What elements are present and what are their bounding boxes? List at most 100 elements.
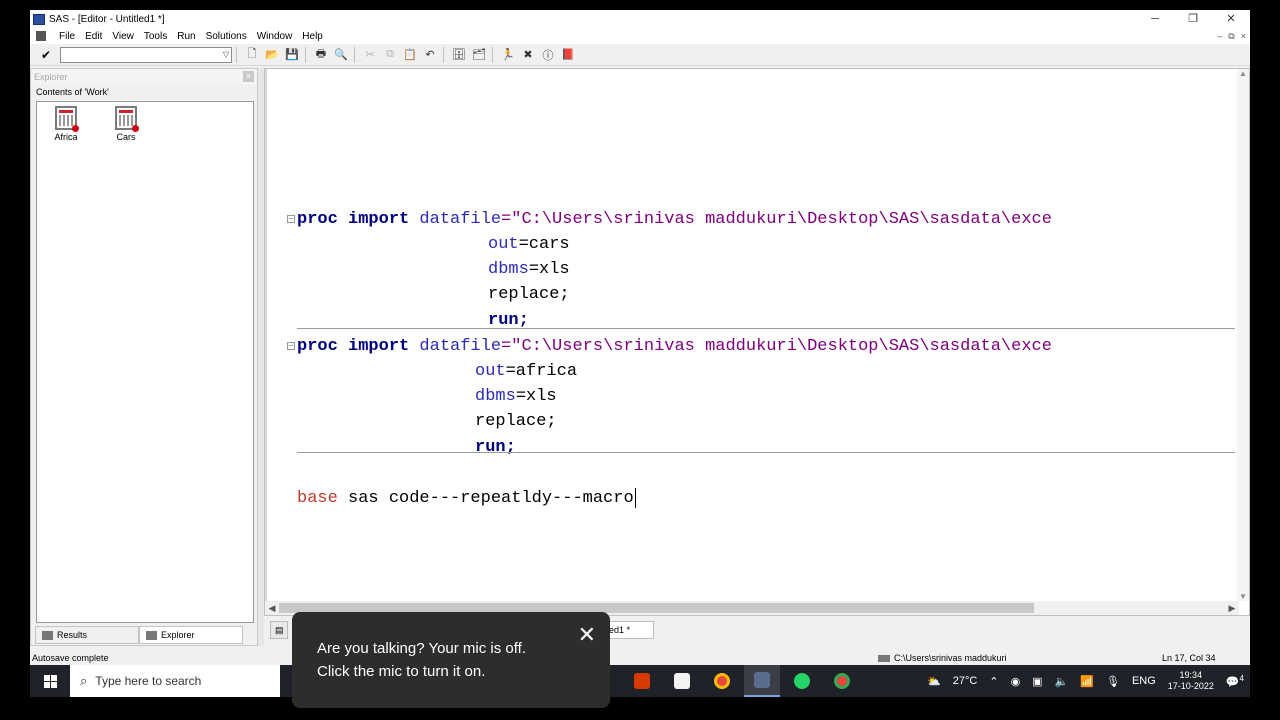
- cut-icon[interactable]: ✂: [361, 46, 379, 64]
- status-path[interactable]: C:\Users\srinivas maddukuri: [878, 650, 1007, 666]
- print-preview-icon[interactable]: 🔍: [332, 46, 350, 64]
- status-path-text: C:\Users\srinivas maddukuri: [894, 653, 1007, 663]
- network-icon[interactable]: 📶: [1074, 675, 1100, 688]
- maximize-button[interactable]: ❐: [1174, 10, 1212, 28]
- code-line: run;: [475, 435, 516, 460]
- weather-icon[interactable]: ⛅: [921, 675, 947, 688]
- sas-window: SAS - [Editor - Untitled1 *] ─ ❐ ✕ File …: [30, 10, 1250, 695]
- tab-editor-label: ed1 *: [609, 625, 631, 635]
- library-africa[interactable]: Africa: [46, 102, 86, 142]
- toast-message: Are you talking? Your mic is off. Click …: [317, 637, 567, 683]
- explorer-icon[interactable]: 🗂: [470, 46, 488, 64]
- collapse-icon[interactable]: −: [287, 342, 295, 350]
- close-icon[interactable]: ×: [243, 71, 254, 82]
- explorer-tab-icon: [146, 630, 157, 640]
- menu-tools[interactable]: Tools: [139, 31, 172, 42]
- new-icon[interactable]: 🗋: [243, 46, 261, 64]
- copy-icon[interactable]: ⧉: [381, 46, 399, 64]
- code-keyword: proc import: [297, 337, 410, 356]
- clear-all-icon[interactable]: ✖: [519, 46, 537, 64]
- save-icon[interactable]: 💾: [283, 46, 301, 64]
- explorer-bottom-tabs: Results Explorer: [35, 626, 255, 644]
- code-keyword: proc import: [297, 210, 410, 229]
- code-string: ="C:\Users\srinivas maddukuri\Desktop\SA…: [501, 337, 1052, 356]
- code-line: proc import datafile="C:\Users\srinivas …: [297, 207, 1052, 232]
- code-option: dbms: [488, 260, 529, 279]
- whatsapp-icon[interactable]: [784, 665, 820, 697]
- chevron-down-icon[interactable]: ▽: [223, 48, 229, 62]
- chrome-icon[interactable]: [824, 665, 860, 697]
- help-icon[interactable]: ⓘ: [539, 46, 557, 64]
- tab-editor[interactable]: ed1 *: [604, 621, 654, 639]
- scroll-up-icon[interactable]: ▲: [1237, 69, 1249, 78]
- book-icon[interactable]: 📕: [559, 46, 577, 64]
- weather-temp[interactable]: 27°C: [947, 675, 984, 687]
- close-icon[interactable]: ✕: [578, 624, 596, 646]
- submit-run-icon[interactable]: 🏃: [499, 46, 517, 64]
- code-line: replace;: [488, 282, 570, 307]
- libraries-icon[interactable]: 🗄: [450, 46, 468, 64]
- menu-edit[interactable]: Edit: [80, 31, 107, 42]
- results-icon: [42, 630, 53, 640]
- library-label: Africa: [54, 132, 78, 142]
- menu-solutions[interactable]: Solutions: [201, 31, 252, 42]
- child-close-button[interactable]: ×: [1241, 28, 1246, 44]
- undo-icon[interactable]: ↶: [421, 46, 439, 64]
- child-minimize-button[interactable]: –: [1217, 28, 1222, 44]
- scroll-down-icon[interactable]: ▼: [1237, 592, 1249, 601]
- menu-file[interactable]: File: [54, 31, 80, 42]
- start-button[interactable]: [30, 665, 70, 697]
- tab-log-icon[interactable]: ▤: [270, 621, 288, 639]
- store-icon[interactable]: [664, 665, 700, 697]
- tab-explorer[interactable]: Explorer: [139, 626, 243, 644]
- chevron-up-icon[interactable]: ⌃: [983, 675, 1004, 688]
- menu-view[interactable]: View: [107, 31, 139, 42]
- language-indicator[interactable]: ENG: [1126, 675, 1162, 687]
- code-value: =xls: [528, 260, 570, 279]
- vertical-scrollbar[interactable]: ▲ ▼: [1237, 69, 1249, 601]
- volume-icon[interactable]: 🔈: [1049, 675, 1075, 688]
- code-line: out=africa: [475, 359, 577, 384]
- print-icon[interactable]: 🖶: [312, 46, 330, 64]
- open-icon[interactable]: 📂: [263, 46, 281, 64]
- toolbar-separator: [354, 46, 355, 63]
- menu-window[interactable]: Window: [252, 31, 298, 42]
- code-text: sas code---repeatldy---macro: [337, 489, 634, 508]
- library-cars[interactable]: Cars: [106, 102, 146, 142]
- scroll-left-icon[interactable]: ◀: [265, 603, 279, 614]
- microphone-icon[interactable]: 🎙: [1100, 675, 1126, 688]
- taskbar-search[interactable]: ⌕ Type here to search: [70, 665, 280, 697]
- office-icon[interactable]: [624, 665, 660, 697]
- clock[interactable]: 19:34 17-10-2022: [1162, 670, 1220, 692]
- minimize-button[interactable]: ─: [1136, 10, 1174, 28]
- pinned-apps: [624, 665, 860, 697]
- menu-help[interactable]: Help: [297, 31, 328, 42]
- command-box[interactable]: ▽: [60, 46, 232, 63]
- editor-gutter: [265, 69, 267, 615]
- code-line: dbms=xls: [488, 257, 570, 282]
- toolbar-separator: [305, 46, 306, 63]
- program-editor[interactable]: − proc import datafile="C:\Users\sriniva…: [264, 68, 1250, 616]
- document-icon[interactable]: [36, 31, 46, 41]
- menu-run[interactable]: Run: [172, 31, 200, 42]
- display-icon[interactable]: ▣: [1026, 675, 1048, 688]
- notification-icon[interactable]: 💬4: [1220, 674, 1250, 689]
- code-statement: replace;: [488, 285, 570, 304]
- sas-taskbar-icon[interactable]: [744, 665, 780, 697]
- submit-command-check-icon[interactable]: ✔: [36, 48, 56, 62]
- tab-results[interactable]: Results: [35, 626, 139, 644]
- code-option: out: [475, 362, 506, 381]
- code-value: =xls: [515, 387, 557, 406]
- child-restore-button[interactable]: ⧉: [1228, 28, 1234, 44]
- paste-icon[interactable]: 📋: [401, 46, 419, 64]
- code-line: run;: [488, 308, 529, 333]
- location-icon[interactable]: ◉: [1005, 675, 1027, 688]
- chrome-icon[interactable]: [704, 665, 740, 697]
- collapse-icon[interactable]: −: [287, 215, 295, 223]
- cursor-position: Ln 17, Col 34: [1162, 653, 1216, 663]
- close-button[interactable]: ✕: [1212, 10, 1250, 28]
- code-option: datafile: [419, 210, 502, 229]
- code-line: out=cars: [488, 232, 570, 257]
- code-keyword: run;: [475, 438, 516, 457]
- scroll-right-icon[interactable]: ▶: [1225, 603, 1239, 614]
